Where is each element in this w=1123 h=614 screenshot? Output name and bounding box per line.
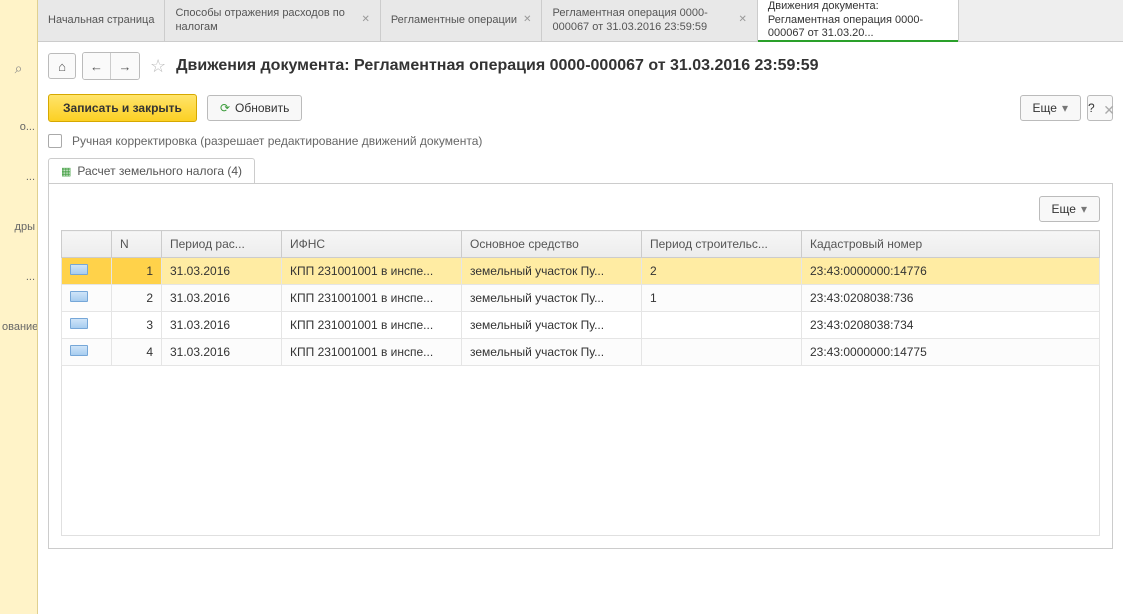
tab-label: Движения документа: Регламентная операци… (768, 0, 948, 41)
close-icon[interactable]: ✕ (361, 14, 369, 27)
col-header-cad[interactable]: Кадастровый номер (802, 231, 1100, 258)
land-tax-table: N Период рас... ИФНС Основное средство П… (61, 230, 1100, 366)
page-title: Движения документа: Регламентная операци… (176, 57, 818, 75)
tab-bar: Начальная страница Способы отражения рас… (38, 0, 1123, 42)
cell-asset: земельный участок Пу... (462, 339, 642, 366)
row-status-icon (70, 264, 88, 275)
refresh-label: Обновить (235, 101, 289, 115)
col-header-icon[interactable] (62, 231, 112, 258)
back-button[interactable]: ← (83, 53, 111, 79)
col-header-build[interactable]: Период строительс... (642, 231, 802, 258)
close-icon[interactable]: ✕ (738, 14, 746, 27)
table-row[interactable]: 231.03.2016КПП 231001001 в инспе...земел… (62, 285, 1100, 312)
cell-cad: 23:43:0000000:14776 (802, 258, 1100, 285)
save-and-close-button[interactable]: Записать и закрыть (48, 94, 197, 122)
cell-n: 3 (112, 312, 162, 339)
cell-build: 1 (642, 285, 802, 312)
cell-ifns: КПП 231001001 в инспе... (282, 258, 462, 285)
row-status-icon (70, 345, 88, 356)
sidebar-item[interactable]: ование (0, 317, 37, 337)
cell-asset: земельный участок Пу... (462, 258, 642, 285)
tab-operation-doc[interactable]: Регламентная операция 0000-000067 от 31.… (542, 0, 757, 41)
close-panel-icon[interactable]: ✕ (1103, 102, 1115, 119)
home-button[interactable]: ⌂ (48, 53, 76, 79)
manual-edit-label: Ручная корректировка (разрешает редактир… (72, 134, 482, 148)
cell-asset: земельный участок Пу... (462, 285, 642, 312)
cell-build (642, 339, 802, 366)
cell-ifns: КПП 231001001 в инспе... (282, 312, 462, 339)
row-status-icon (70, 318, 88, 329)
table-row[interactable]: 131.03.2016КПП 231001001 в инспе...земел… (62, 258, 1100, 285)
forward-button[interactable]: → (111, 53, 139, 79)
refresh-icon: ⟳ (220, 101, 230, 115)
grid-icon: ▦ (61, 165, 71, 178)
cell-n: 4 (112, 339, 162, 366)
sidebar-item[interactable]: о... (0, 117, 37, 137)
cell-n: 1 (112, 258, 162, 285)
tab-operations[interactable]: Регламентные операции ✕ (381, 0, 543, 41)
cell-period: 31.03.2016 (162, 312, 282, 339)
table-row[interactable]: 331.03.2016КПП 231001001 в инспе...земел… (62, 312, 1100, 339)
col-header-asset[interactable]: Основное средство (462, 231, 642, 258)
tab-document-movements[interactable]: Движения документа: Регламентная операци… (758, 0, 959, 41)
cell-ifns: КПП 231001001 в инспе... (282, 285, 462, 312)
cell-cad: 23:43:0208038:734 (802, 312, 1100, 339)
tab-home[interactable]: Начальная страница (38, 0, 165, 41)
cell-period: 31.03.2016 (162, 258, 282, 285)
tab-label: Начальная страница (48, 14, 154, 28)
refresh-button[interactable]: ⟳ Обновить (207, 95, 302, 121)
search-icon[interactable]: ⌕ (0, 60, 37, 77)
table-more-button[interactable]: Еще (1039, 196, 1100, 222)
tab-label: Регламентные операции (391, 14, 517, 28)
cell-n: 2 (112, 285, 162, 312)
more-button[interactable]: Еще (1020, 95, 1081, 121)
col-header-ifns[interactable]: ИФНС (282, 231, 462, 258)
col-header-n[interactable]: N (112, 231, 162, 258)
row-status-icon (70, 291, 88, 302)
tab-expenses[interactable]: Способы отражения расходов по налогам ✕ (165, 0, 380, 41)
cell-period: 31.03.2016 (162, 285, 282, 312)
cell-cad: 23:43:0000000:14775 (802, 339, 1100, 366)
cell-build: 2 (642, 258, 802, 285)
cell-cad: 23:43:0208038:736 (802, 285, 1100, 312)
close-icon[interactable]: ✕ (523, 14, 531, 27)
col-header-period[interactable]: Период рас... (162, 231, 282, 258)
manual-edit-checkbox[interactable] (48, 134, 62, 148)
cell-period: 31.03.2016 (162, 339, 282, 366)
sub-tab-label: Расчет земельного налога (4) (77, 164, 242, 178)
cell-asset: земельный участок Пу... (462, 312, 642, 339)
tab-label: Способы отражения расходов по налогам (175, 7, 355, 35)
sidebar-item[interactable]: ... (0, 167, 37, 187)
nav-history-group: ← → (82, 52, 140, 80)
sidebar-item[interactable]: ... (0, 267, 37, 287)
table-empty-area (61, 366, 1100, 536)
favorite-icon[interactable]: ☆ (150, 56, 166, 77)
table-row[interactable]: 431.03.2016КПП 231001001 в инспе...земел… (62, 339, 1100, 366)
cell-ifns: КПП 231001001 в инспе... (282, 339, 462, 366)
sub-tab-land-tax[interactable]: ▦ Расчет земельного налога (4) (48, 158, 255, 183)
cell-build (642, 312, 802, 339)
tab-label: Регламентная операция 0000-000067 от 31.… (552, 7, 732, 35)
left-navigation-rail: ⌕ о... ... дры ... ование (0, 0, 38, 614)
sidebar-item[interactable]: дры (0, 217, 37, 237)
